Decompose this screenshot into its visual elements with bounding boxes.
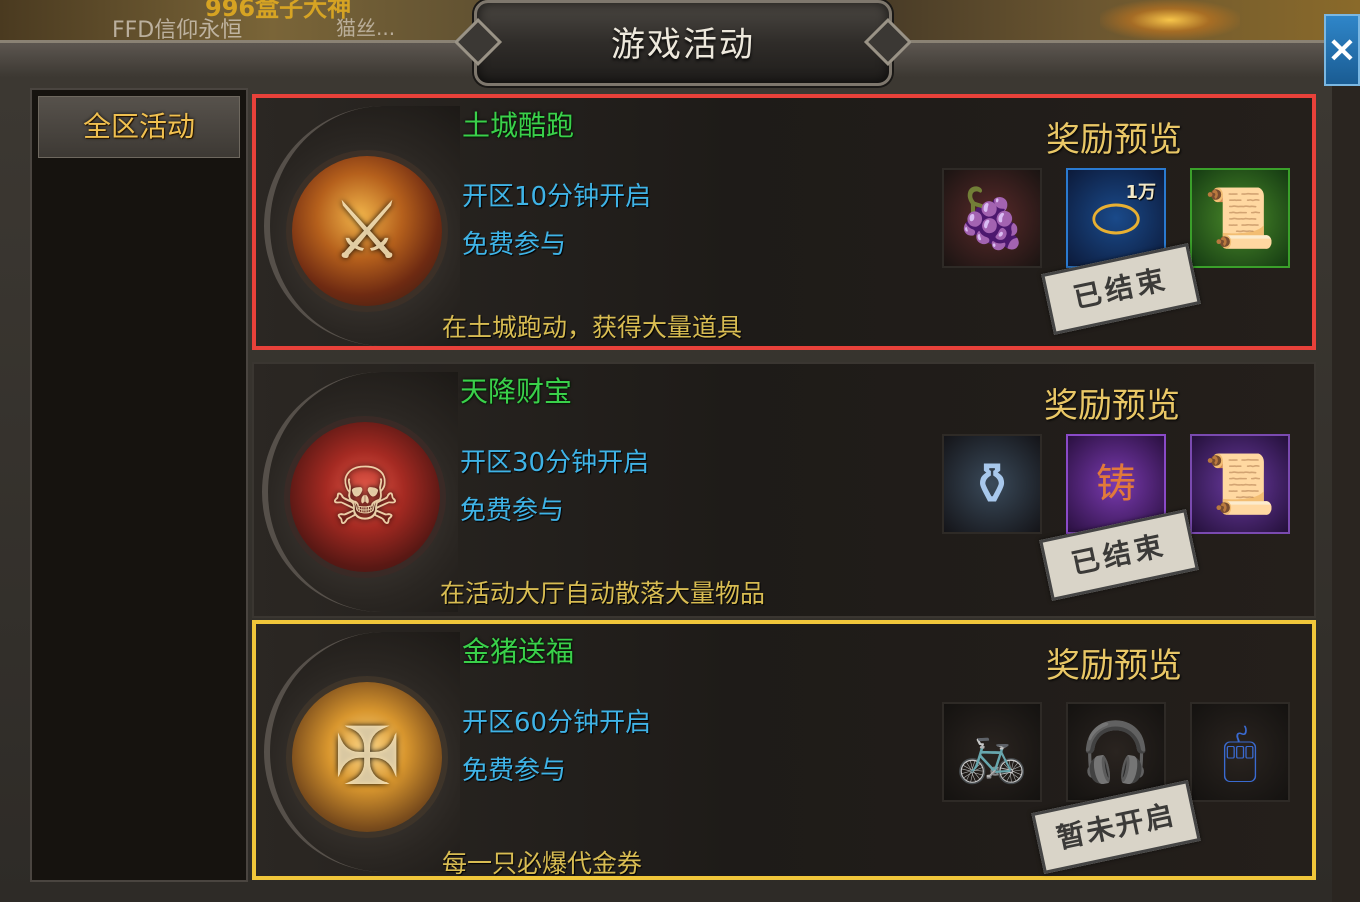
- status-stamp: 已结束: [1039, 509, 1199, 601]
- bicycle-icon: 🚲: [955, 718, 1029, 786]
- reward-preview-title: 奖励预览: [1044, 386, 1180, 426]
- reward-preview-title: 奖励预览: [1046, 120, 1182, 160]
- activity-fee: 免费参与: [462, 230, 567, 260]
- activity-name: 天降财宝: [460, 375, 573, 408]
- reward-preview-title: 奖励预览: [1046, 646, 1182, 686]
- activity-fee: 免费参与: [462, 756, 567, 786]
- reward-item-bicycle[interactable]: 🚲: [942, 702, 1042, 802]
- reward-item-grapes[interactable]: 🍇: [942, 168, 1042, 268]
- activity-description: 每一只必爆代金券: [442, 849, 643, 878]
- activity-open-time: 开区30分钟开启: [460, 448, 650, 478]
- window-title-plate: 游戏活动: [453, 0, 913, 86]
- mouse-icon: 🖱: [1222, 718, 1258, 786]
- emblem-frame: ⚔: [264, 106, 460, 346]
- close-button[interactable]: ×: [1324, 14, 1360, 86]
- emblem-frame: ☠: [262, 372, 458, 612]
- reward-item-scroll[interactable]: 📜: [1190, 168, 1290, 268]
- activity-name: 金猪送福: [462, 635, 575, 668]
- status-stamp: 暂未开启: [1031, 780, 1201, 874]
- scene-glow: [1100, 0, 1240, 40]
- reward-item-perfume[interactable]: ⚱: [942, 434, 1042, 534]
- activity-open-time: 开区60分钟开启: [462, 708, 652, 738]
- activity-description: 在土城跑动，获得大量道具: [442, 313, 743, 342]
- window-title: 游戏活动: [611, 25, 755, 65]
- activity-name: 土城酷跑: [462, 109, 575, 142]
- activity-panel-golden-pig[interactable]: ✠ 金猪送福 开区60分钟开启 免费参与 每一只必爆代金券 奖励预览 🚲 🎧 🖱…: [252, 620, 1316, 880]
- sidebar: 全区活动: [30, 88, 248, 882]
- activity-panel-treasure-drop[interactable]: ☠ 天降财宝 开区30分钟开启 免费参与 在活动大厅自动散落大量物品 奖励预览 …: [252, 362, 1316, 618]
- forge-token-label: 铸: [1096, 461, 1136, 507]
- crossed-axes-emblem-icon: ⚔: [292, 156, 442, 306]
- activity-fee: 免费参与: [460, 496, 565, 526]
- activity-description: 在活动大厅自动散落大量物品: [440, 579, 766, 608]
- reward-item-mouse[interactable]: 🖱: [1190, 702, 1290, 802]
- sidebar-tab-all-server-activities[interactable]: 全区活动: [38, 96, 240, 158]
- grapes-icon: 🍇: [955, 184, 1029, 252]
- scroll-ticket-icon: 📜: [1203, 184, 1277, 252]
- headphones-icon: 🎧: [1079, 718, 1153, 786]
- perfume-bottle-icon: ⚱: [967, 450, 1017, 518]
- reward-quantity-badge: 1万: [1125, 182, 1156, 203]
- reward-item-purple-scroll[interactable]: 📜: [1190, 434, 1290, 534]
- player-name-2: 猫丝...: [336, 16, 396, 40]
- golden-sword-emblem-icon: ✠: [292, 682, 442, 832]
- emblem-frame: ✠: [264, 632, 460, 872]
- purple-scroll-icon: 📜: [1203, 450, 1277, 518]
- activity-open-time: 开区10分钟开启: [462, 182, 652, 212]
- activity-panel-tucheng-run[interactable]: ⚔ 土城酷跑 开区10分钟开启 免费参与 在土城跑动，获得大量道具 奖励预览 🍇…: [252, 94, 1316, 350]
- demon-mask-emblem-icon: ☠: [290, 422, 440, 572]
